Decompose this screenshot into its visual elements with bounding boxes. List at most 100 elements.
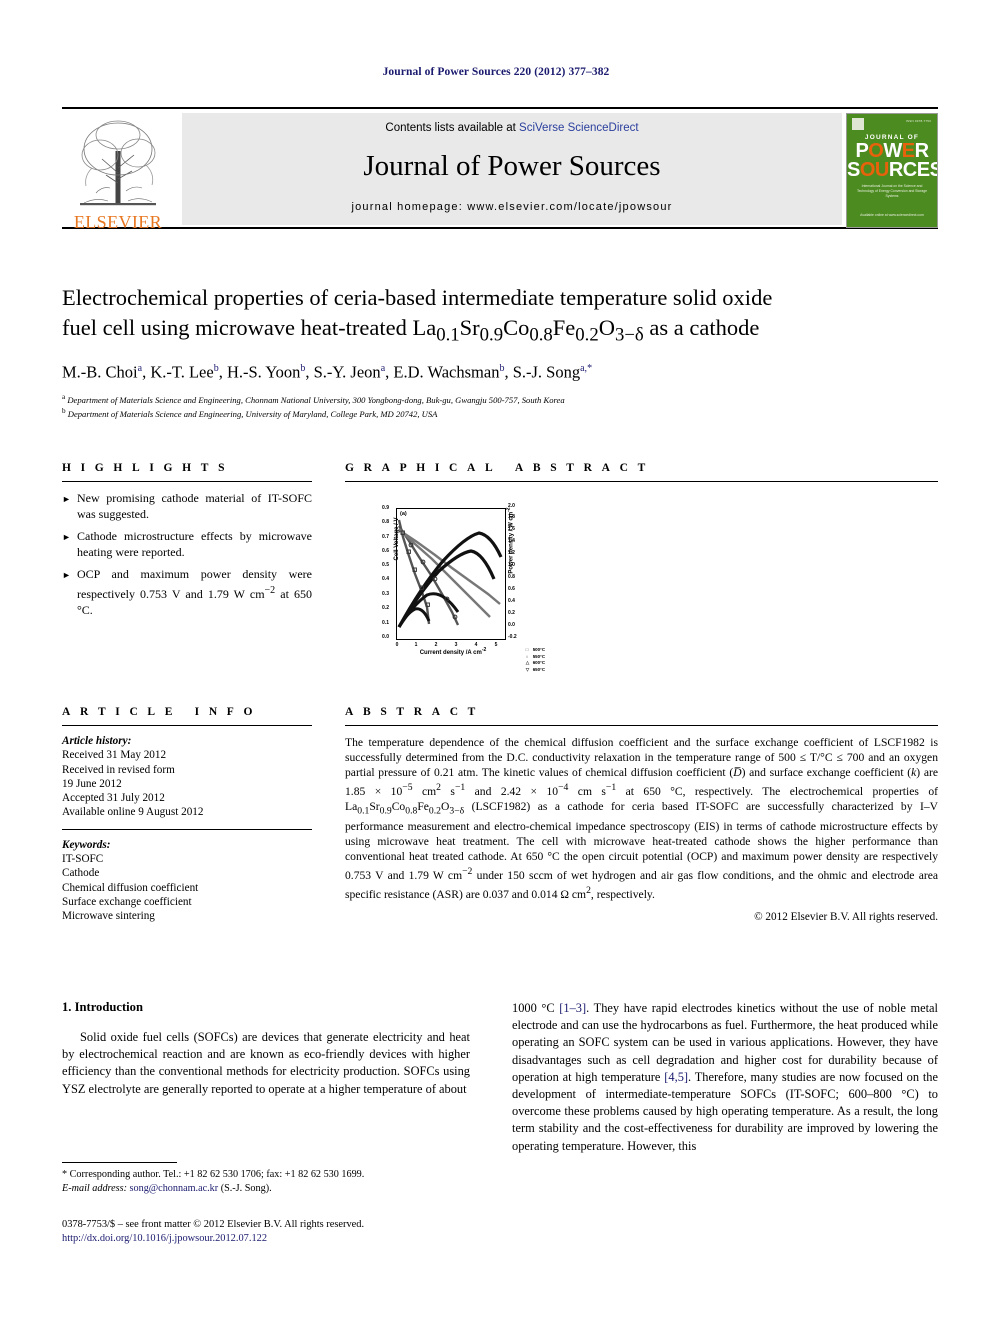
y-right-tick: 0.2: [508, 610, 515, 616]
cover-elsevier-mark: [852, 118, 864, 130]
contents-prefix: Contents lists available at: [385, 122, 520, 134]
intro-paragraph-left: Solid oxide fuel cells (SOFCs) are devic…: [62, 1030, 470, 1096]
cover-subtitle: International Journal on the Science and…: [856, 184, 928, 198]
footnote-block: * Corresponding author. Tel.: +1 82 62 5…: [62, 1162, 470, 1195]
history-item: Received 31 May 2012: [62, 749, 167, 762]
y-axis-right-label: Power density / W cm-2: [505, 507, 515, 574]
cover-footer: Available online at www.sciencedirect.co…: [860, 213, 924, 217]
title-line-1: Electrochemical properties of ceria-base…: [62, 285, 773, 310]
elsevier-wordmark: ELSEVIER: [73, 212, 163, 232]
legend-item: ▽ 650°C: [526, 667, 545, 674]
sciencedirect-link[interactable]: SciVerse ScienceDirect: [519, 122, 639, 134]
cover-issn: ISSN 0378-7753: [906, 119, 931, 123]
history-item: Accepted 31 July 2012: [62, 792, 165, 805]
history-item: 19 June 2012: [62, 777, 122, 790]
history-item: Received in revised form: [62, 763, 175, 776]
abstract-text: The temperature dependence of the chemic…: [345, 736, 938, 901]
article-history-label: Article history:: [62, 735, 132, 747]
text-run: 1000 °C: [512, 1001, 560, 1015]
y-left-tick: 0.6: [382, 548, 389, 554]
affiliation-a-text: Department of Materials Science and Engi…: [67, 394, 565, 405]
abstract-section: A B S T R A C T The temperature dependen…: [345, 706, 938, 923]
y-left-tick: 0.9: [382, 505, 389, 511]
journal-article-page: Journal of Power Sources 220 (2012) 377–…: [0, 0, 992, 1323]
y-right-tick: 0.0: [508, 622, 515, 628]
highlights-section: H I G H L I G H T S ► New promising cath…: [62, 462, 312, 618]
keyword-item: Chemical diffusion coefficient: [62, 881, 199, 894]
legend-symbol: ▽: [525, 666, 530, 672]
graphical-abstract-rule: [345, 481, 938, 482]
keyword-item: Microwave sintering: [62, 910, 155, 923]
legend-label: 600°C: [532, 660, 545, 665]
journal-banner: Contents lists available at SciVerse Sci…: [182, 113, 842, 225]
email-link[interactable]: song@chonnam.ac.kr: [130, 1183, 219, 1194]
footnote-rule: [62, 1162, 177, 1163]
graphical-abstract-heading: G R A P H I C A L A B S T R A C T: [345, 462, 649, 474]
list-item: ► Cathode microstructure effects by micr…: [62, 529, 312, 560]
graphical-abstract-section: G R A P H I C A L A B S T R A C T (a) 0.…: [345, 462, 938, 677]
email-suffix: (S.-J. Song).: [220, 1182, 272, 1194]
y-right-tick: 0.6: [508, 586, 515, 592]
chart-curves: [397, 519, 503, 628]
body-column-left: 1. Introduction Solid oxide fuel cells (…: [62, 1000, 470, 1098]
article-info-heading: A R T I C L E I N F O: [62, 706, 256, 718]
list-item: ► New promising cathode material of IT-S…: [62, 491, 312, 522]
running-head: Journal of Power Sources 220 (2012) 377–…: [382, 66, 610, 78]
citation-link[interactable]: [1–3]: [559, 1001, 586, 1015]
x-axis-label: Current density /A cm-2: [419, 647, 487, 656]
highlight-text: Cathode microstructure effects by microw…: [77, 529, 312, 559]
page-footer: 0378-7753/$ – see front matter © 2012 El…: [62, 1218, 562, 1246]
keyword-item: IT-SOFC: [62, 853, 104, 866]
journal-homepage-link[interactable]: journal homepage: www.elsevier.com/locat…: [182, 201, 842, 213]
bullet-arrow-icon: ►: [62, 494, 71, 504]
keywords-rule: [62, 828, 312, 830]
affiliation-b: b Department of Materials Science and En…: [62, 407, 438, 420]
y-left-tick: 0.5: [382, 562, 389, 568]
email-note: E-mail address: song@chonnam.ac.kr (S.-J…: [62, 1182, 470, 1196]
legend-label: 650°C: [532, 666, 545, 672]
y-right-tick: -0.2: [508, 634, 517, 640]
article-info-rule: [62, 725, 312, 726]
elsevier-tree-icon: [80, 120, 156, 206]
email-label: E-mail address:: [62, 1182, 127, 1194]
highlights-rule: [62, 481, 312, 482]
journal-masthead: ELSEVIER Contents lists available at Sci…: [62, 107, 938, 232]
body-column-right: 1000 °C [1–3]. They have rapid electrode…: [512, 1000, 938, 1155]
cover-sources-word: SOURCES: [847, 159, 938, 181]
y-left-tick: 0.2: [382, 605, 389, 611]
title-line-2-pre: fuel cell using microwave heat-treated L…: [62, 315, 760, 346]
author-list: M.-B. Choia, K.-T. Leeb, H.-S. Yoonb, S.…: [62, 362, 593, 382]
citation-link[interactable]: [4,5]: [664, 1070, 688, 1084]
doi-link[interactable]: http://dx.doi.org/10.1016/j.jpowsour.201…: [62, 1232, 562, 1246]
highlight-text: New promising cathode material of IT-SOF…: [77, 491, 312, 521]
affiliations: a Department of Materials Science and En…: [62, 392, 938, 421]
elsevier-logo: ELSEVIER: [62, 113, 174, 232]
page-title: Electrochemical properties of ceria-base…: [62, 283, 938, 351]
y-left-tick: 0.4: [382, 576, 389, 582]
chart-plot-area: [396, 508, 506, 640]
y-left-tick: 0.3: [382, 591, 389, 597]
keywords-label: Keywords:: [62, 838, 111, 851]
article-info-section: A R T I C L E I N F O Article history: R…: [62, 706, 312, 924]
section-heading-introduction: 1. Introduction: [62, 1000, 143, 1014]
highlight-text: OCP and maximum power density were respe…: [77, 567, 312, 617]
abstract-heading: A B S T R A C T: [345, 706, 479, 718]
bullet-arrow-icon: ►: [62, 532, 71, 543]
chart-legend: □ 500°C ○ 550°C △ 600°C ▽ 650°C: [526, 647, 545, 673]
keywords-block: Keywords: IT-SOFC Cathode Chemical diffu…: [62, 838, 312, 924]
affiliation-b-text: Department of Materials Science and Engi…: [67, 409, 438, 420]
journal-cover-thumbnail[interactable]: ISSN 0378-7753 JOURNAL OF POWER SOURCES …: [846, 113, 938, 228]
y-right-tick: 0.4: [508, 598, 515, 604]
keyword-item: Cathode: [62, 867, 100, 880]
legend-label: 550°C: [532, 653, 545, 659]
journal-title: Journal of Power Sources: [363, 150, 661, 182]
intro-paragraph-right: 1000 °C [1–3]. They have rapid electrode…: [512, 1000, 938, 1155]
keyword-item: Surface exchange coefficient: [62, 895, 192, 908]
y-left-tick: 0.0: [382, 634, 389, 640]
graphical-abstract-figure: (a) 0.0 0.1 0.2 0.3 0.4 0.5 0.6 0.7 0.8 …: [345, 492, 938, 677]
history-item: Available online 9 August 2012: [62, 806, 204, 819]
affiliation-a: a Department of Materials Science and En…: [62, 393, 565, 405]
article-history: Article history: Received 31 May 2012 Re…: [62, 734, 312, 820]
issn-copyright-line: 0378-7753/$ – see front matter © 2012 El…: [62, 1219, 365, 1230]
y-left-tick: 0.1: [382, 620, 389, 626]
